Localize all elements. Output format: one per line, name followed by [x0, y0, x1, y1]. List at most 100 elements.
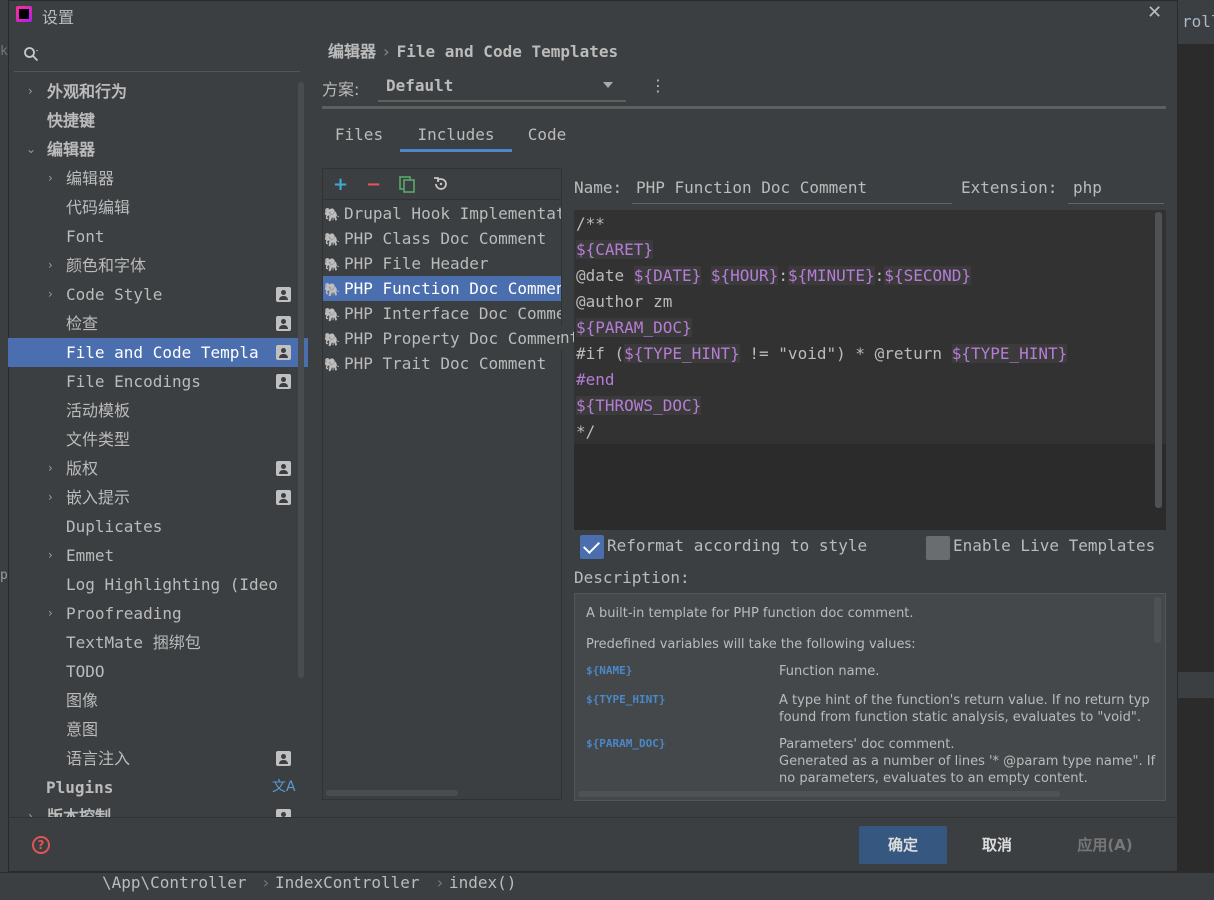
tab-code[interactable]: Code: [518, 120, 576, 152]
template-list-item[interactable]: 🐘Drupal Hook Implementation: [323, 201, 561, 226]
template-list-item[interactable]: 🐘 PHP Function Doc Comment: [323, 276, 561, 301]
chevron-right-icon[interactable]: ›: [48, 541, 53, 570]
sidebar-item[interactable]: TextMate 捆绑包: [8, 628, 308, 657]
chevron-right-icon[interactable]: ›: [48, 599, 53, 628]
sidebar-item[interactable]: 文件类型: [8, 425, 308, 454]
reset-icon[interactable]: [432, 175, 450, 193]
chevron-right-icon[interactable]: ›: [28, 802, 33, 817]
code-variable: ${DATE}: [633, 266, 702, 285]
scheme-value[interactable]: Default: [386, 76, 453, 95]
extension-label: Extension:: [961, 178, 1058, 197]
sidebar-item[interactable]: 图像: [8, 686, 308, 715]
chevron-right-icon[interactable]: ›: [48, 483, 53, 512]
sidebar-item[interactable]: Duplicates: [8, 512, 308, 541]
sidebar-item[interactable]: 代码编辑: [8, 193, 308, 222]
chevron-right-icon[interactable]: ›: [48, 454, 53, 483]
description-label: Description:: [574, 568, 690, 587]
sidebar-item[interactable]: › Code Style: [8, 280, 308, 309]
sidebar-item[interactable]: › 编辑器: [8, 164, 308, 193]
sidebar-item-label: 颜色和字体: [66, 256, 147, 275]
extension-field[interactable]: php: [1073, 178, 1102, 197]
editor-scrollbar[interactable]: [1155, 212, 1162, 508]
name-field[interactable]: PHP Function Doc Comment: [636, 178, 867, 197]
code-variable: ${THROWS_DOC}: [576, 396, 702, 415]
template-list-item[interactable]: 🐘 PHP Trait Doc Comment: [323, 351, 561, 376]
crumb-namespace[interactable]: \App\Controller: [102, 873, 247, 892]
sidebar-item[interactable]: › Emmet: [8, 541, 308, 570]
sidebar-item[interactable]: File and Code Templa: [8, 338, 308, 367]
sidebar-item[interactable]: 检查: [8, 309, 308, 338]
template-name: Drupal Hook Implementation: [344, 204, 561, 223]
description-hscrollbar[interactable]: [578, 791, 1060, 797]
cancel-button[interactable]: 取消: [953, 826, 1041, 864]
reformat-checkbox[interactable]: [580, 535, 604, 559]
apply-button[interactable]: 应用(A): [1061, 826, 1149, 864]
code-line-7: #end: [576, 370, 615, 389]
crumb-separator: ›: [435, 873, 445, 892]
scheme-separator: [322, 106, 1166, 109]
sidebar-item[interactable]: 语言注入: [8, 744, 308, 773]
sidebar-item[interactable]: 快捷键: [8, 106, 308, 135]
sidebar-item[interactable]: › 外观和行为: [8, 77, 308, 106]
template-name: PHP Trait Doc Comment: [344, 354, 547, 373]
live-templates-checkbox[interactable]: [926, 536, 950, 560]
name-field-underline: [632, 203, 952, 204]
tab-includes[interactable]: Includes: [400, 120, 512, 152]
tab-files[interactable]: Files: [326, 120, 392, 152]
sidebar-item-label: 编辑器: [47, 140, 96, 159]
breadcrumb-parent[interactable]: 编辑器: [328, 42, 376, 61]
code-line-9: */: [576, 422, 596, 441]
sidebar-item[interactable]: › 版本控制: [8, 802, 308, 817]
more-actions-icon[interactable]: ⋮: [650, 76, 666, 95]
sidebar-item[interactable]: TODO: [8, 657, 308, 686]
chevron-down-icon[interactable]: [603, 82, 613, 88]
sidebar-item[interactable]: Plugins 文A: [8, 773, 308, 802]
ok-button[interactable]: 确定: [859, 826, 947, 864]
template-list-item[interactable]: 🐘 PHP Property Doc Comment: [323, 326, 561, 351]
chevron-down-icon[interactable]: ⌄: [26, 135, 36, 164]
crumb-separator: ›: [261, 873, 271, 892]
variable-desc: no parameters, evaluates to an empty con…: [779, 771, 1088, 786]
template-list-item[interactable]: 🐘 PHP Class Doc Comment: [323, 226, 561, 251]
chevron-right-icon[interactable]: ›: [48, 164, 53, 193]
sidebar-item[interactable]: Log Highlighting (Ideo: [8, 570, 308, 599]
crumb-method[interactable]: index(): [449, 873, 516, 892]
php-elephant-icon: 🐘: [324, 283, 341, 298]
sidebar-item[interactable]: 活动模板: [8, 396, 308, 425]
close-icon[interactable]: ✕: [1147, 2, 1162, 23]
sidebar-item[interactable]: Font: [8, 222, 308, 251]
add-icon[interactable]: +: [333, 174, 348, 195]
copy-icon[interactable]: [398, 175, 416, 193]
chevron-right-icon[interactable]: ›: [48, 251, 53, 280]
sidebar-item-label: 活动模板: [66, 401, 131, 420]
sidebar-item[interactable]: › 版权: [8, 454, 308, 483]
sidebar-item[interactable]: › 嵌入提示: [8, 483, 308, 512]
code-line-3: @date ${DATE} ${HOUR}:${MINUTE}:${SECOND…: [576, 263, 971, 289]
remove-icon[interactable]: −: [366, 174, 381, 195]
sidebar-item[interactable]: ⌄ 编辑器: [8, 135, 308, 164]
code-variable: ${PARAM_DOC}: [576, 318, 692, 337]
crumb-class[interactable]: IndexController: [275, 873, 420, 892]
chevron-right-icon[interactable]: ›: [28, 77, 33, 106]
description-intro: A built-in template for PHP function doc…: [586, 606, 914, 621]
reformat-label[interactable]: Reformat according to style: [607, 536, 867, 555]
help-icon[interactable]: ?: [32, 836, 50, 854]
live-templates-label[interactable]: Enable Live Templates: [953, 536, 1155, 555]
template-list-item[interactable]: 🐘 PHP File Header: [323, 251, 561, 276]
list-scrollbar[interactable]: [326, 790, 458, 796]
ide-background-left-text-2: p: [0, 568, 8, 583]
description-scrollbar[interactable]: [1154, 597, 1161, 643]
sidebar-item[interactable]: › Proofreading: [8, 599, 308, 628]
list-toolbar-divider: [323, 199, 561, 200]
description-predefined: Predefined variables will take the follo…: [586, 637, 916, 652]
chevron-right-icon[interactable]: ›: [48, 280, 53, 309]
sidebar-item[interactable]: › 颜色和字体: [8, 251, 308, 280]
project-scope-icon: [276, 751, 291, 766]
sidebar-item[interactable]: 意图: [8, 715, 308, 744]
sidebar-item-label: 文件类型: [66, 430, 131, 449]
sidebar-item[interactable]: File Encodings: [8, 367, 308, 396]
page-title: File and Code Templates: [396, 42, 619, 61]
tree-scrollbar[interactable]: [298, 82, 304, 678]
template-list-item[interactable]: 🐘 PHP Interface Doc Comment: [323, 301, 561, 326]
code-line-6: #if (${TYPE_HINT} != "void") * @return $…: [576, 341, 1068, 367]
